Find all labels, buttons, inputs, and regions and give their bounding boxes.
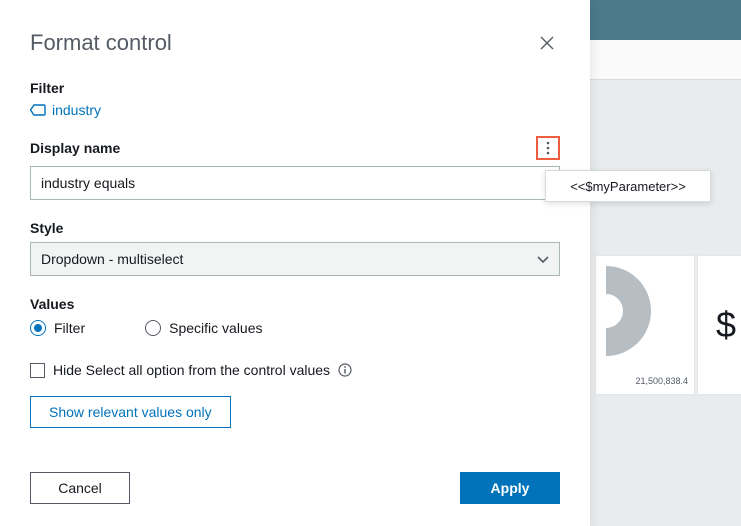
apply-label: Apply xyxy=(491,480,530,496)
cancel-button[interactable]: Cancel xyxy=(30,472,130,504)
radio-icon-unchecked xyxy=(145,320,161,336)
values-radio-specific[interactable]: Specific values xyxy=(145,320,262,336)
panel-title: Format control xyxy=(30,30,560,56)
values-radio-filter[interactable]: Filter xyxy=(30,320,85,336)
style-select[interactable]: Dropdown - multiselect xyxy=(30,242,560,276)
parameter-popover[interactable]: <<$myParameter>> xyxy=(545,170,711,202)
parameter-popover-text: <<$myParameter>> xyxy=(570,179,686,194)
display-name-options-button[interactable] xyxy=(536,136,560,160)
display-name-input[interactable] xyxy=(30,166,560,200)
radio-label-specific: Specific values xyxy=(169,320,262,336)
close-button[interactable] xyxy=(540,36,556,52)
info-icon[interactable] xyxy=(338,363,352,377)
close-icon xyxy=(540,36,554,50)
chevron-down-icon xyxy=(537,251,549,267)
gauge-value: 21,500,838.4 xyxy=(635,376,688,386)
style-label: Style xyxy=(30,220,560,236)
panel-footer: Cancel Apply xyxy=(30,472,560,504)
style-select-value: Dropdown - multiselect xyxy=(41,251,183,267)
show-relevant-values-label: Show relevant values only xyxy=(49,404,212,420)
values-label: Values xyxy=(30,296,560,312)
radio-icon-checked xyxy=(30,320,46,336)
currency-widget: $ xyxy=(697,255,741,395)
filter-tag[interactable]: industry xyxy=(30,102,101,118)
format-control-panel: Format control Filter industry Display n… xyxy=(0,0,590,526)
show-relevant-values-button[interactable]: Show relevant values only xyxy=(30,396,231,428)
hide-select-all-label: Hide Select all option from the control … xyxy=(53,362,330,378)
radio-label-filter: Filter xyxy=(54,320,85,336)
cancel-label: Cancel xyxy=(58,480,102,496)
kebab-icon xyxy=(546,141,550,155)
filter-value: industry xyxy=(52,102,101,118)
filter-label: Filter xyxy=(30,80,560,96)
hide-select-all-checkbox[interactable]: Hide Select all option from the control … xyxy=(30,362,560,378)
display-name-label: Display name xyxy=(30,140,120,156)
checkbox-icon xyxy=(30,363,45,378)
tag-icon xyxy=(30,104,46,116)
gauge-widget: 21,500,838.4 xyxy=(595,255,695,395)
apply-button[interactable]: Apply xyxy=(460,472,560,504)
